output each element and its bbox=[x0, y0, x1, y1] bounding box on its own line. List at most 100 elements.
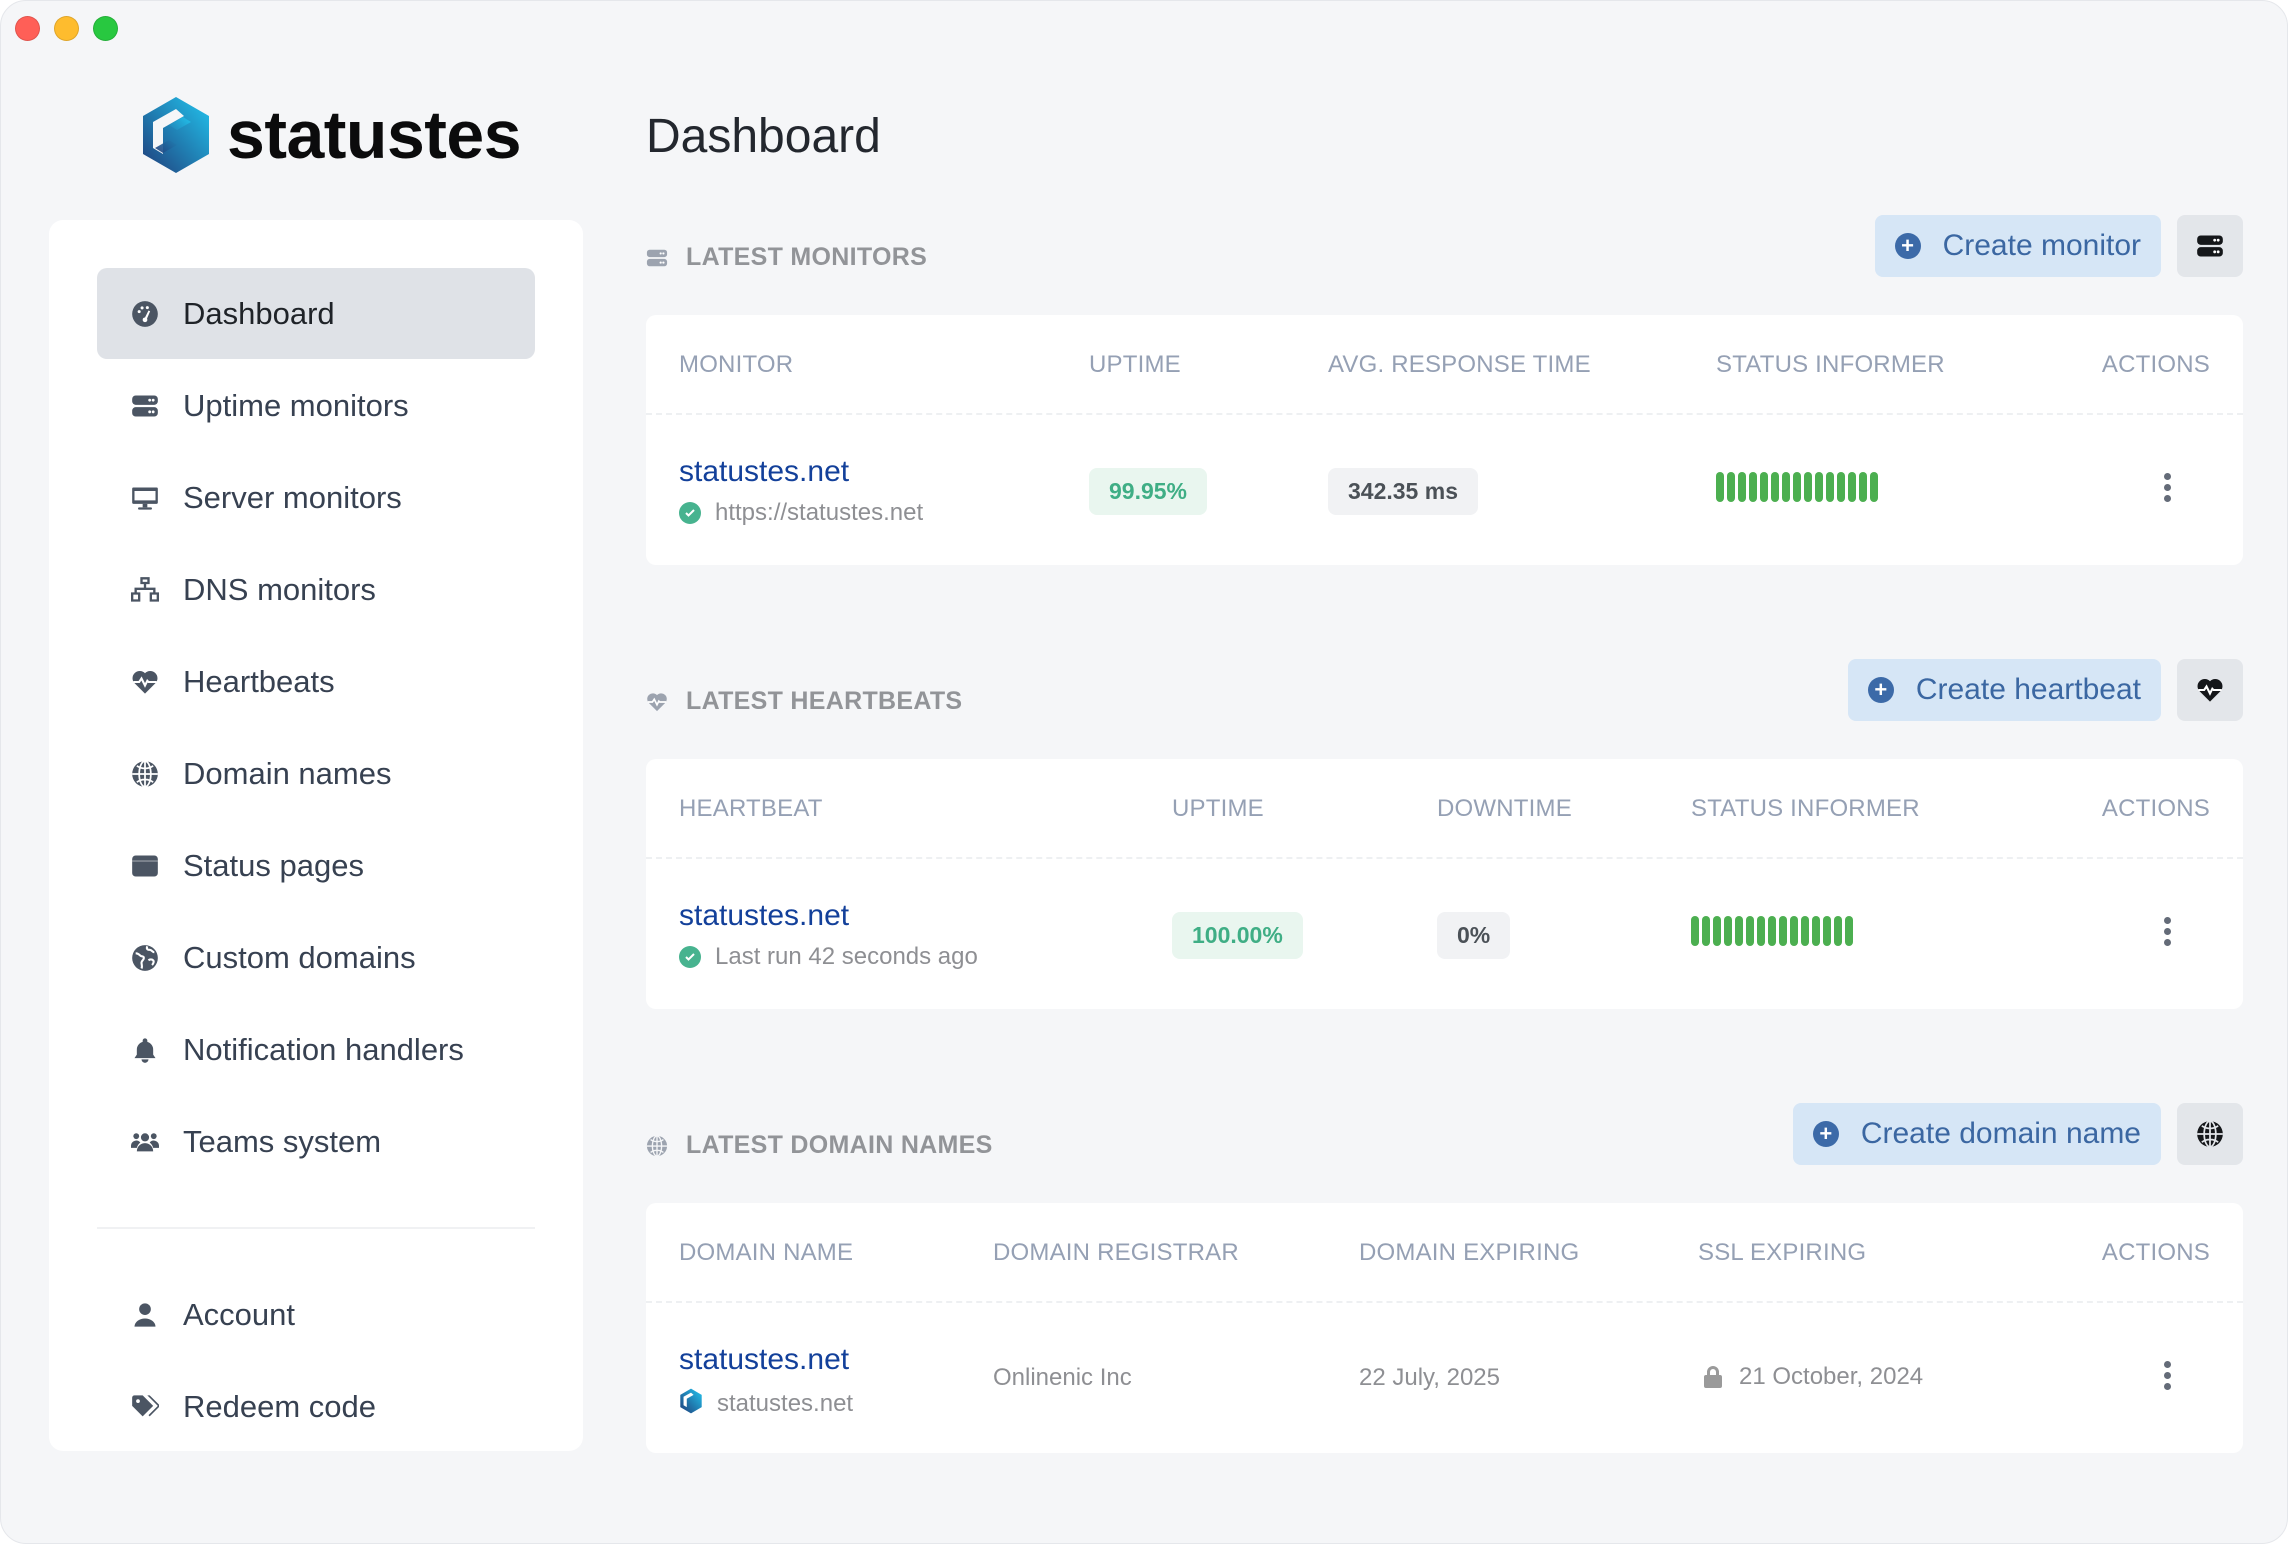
status-bar-up[interactable] bbox=[1771, 472, 1779, 502]
status-bar-up[interactable] bbox=[1782, 472, 1790, 502]
create-heartbeat-button[interactable]: + Create heartbeat bbox=[1847, 659, 2161, 721]
view-heartbeats-button[interactable] bbox=[2177, 659, 2243, 721]
sidebar-item-notification-handlers[interactable]: Notification handlers bbox=[97, 1004, 535, 1095]
create-monitor-button[interactable]: + Create monitor bbox=[1874, 215, 2161, 277]
window-icon bbox=[131, 852, 159, 880]
brand-logo[interactable]: statustes bbox=[139, 95, 522, 175]
users-icon bbox=[131, 1128, 159, 1156]
sidebar-item-label: Redeem code bbox=[183, 1388, 377, 1424]
status-bar-up[interactable] bbox=[1727, 472, 1735, 502]
status-bar-up[interactable] bbox=[1738, 472, 1746, 502]
lock-icon bbox=[1704, 1366, 1722, 1388]
status-bar-up[interactable] bbox=[1815, 472, 1823, 502]
monitor-name-link[interactable]: statustes.net bbox=[679, 455, 923, 489]
create-domain-name-button[interactable]: + Create domain name bbox=[1792, 1103, 2161, 1165]
table-header: HEARTBEAT UPTIME DOWNTIME STATUS INFORME… bbox=[646, 759, 2243, 859]
sidebar-item-redeem-code[interactable]: Redeem code bbox=[97, 1361, 535, 1452]
sidebar-item-teams-system[interactable]: Teams system bbox=[97, 1096, 535, 1187]
monitors-table: MONITOR UPTIME AVG. RESPONSE TIME STATUS… bbox=[646, 315, 2243, 565]
column-header: AVG. RESPONSE TIME bbox=[1328, 351, 1591, 378]
column-header: MONITOR bbox=[679, 351, 794, 378]
create-domain-name-label: Create domain name bbox=[1860, 1117, 2141, 1150]
server-icon bbox=[646, 249, 668, 266]
status-bar-up[interactable] bbox=[1848, 472, 1856, 502]
globe-icon bbox=[131, 759, 159, 788]
more-actions-button[interactable] bbox=[2153, 467, 2181, 507]
sidebar-item-server-monitors[interactable]: Server monitors bbox=[97, 452, 535, 543]
user-icon bbox=[131, 1301, 159, 1329]
downtime-badge: 0% bbox=[1437, 912, 1511, 959]
status-bar-up[interactable] bbox=[1790, 916, 1798, 946]
status-bar-up[interactable] bbox=[1826, 472, 1834, 502]
sidebar-item-custom-domains[interactable]: Custom domains bbox=[97, 912, 535, 1003]
response-time-cell: 342.35 ms bbox=[1328, 468, 1478, 515]
status-bar-up[interactable] bbox=[1779, 916, 1787, 946]
section-header: LATEST DOMAIN NAMES + Create domain name bbox=[646, 1103, 2243, 1203]
sidebar-divider bbox=[97, 1227, 535, 1229]
window-maximize-button[interactable] bbox=[93, 16, 118, 41]
status-bar-up[interactable] bbox=[1757, 916, 1765, 946]
status-bar-up[interactable] bbox=[1801, 916, 1809, 946]
view-domain-names-button[interactable] bbox=[2177, 1103, 2243, 1165]
status-bar-up[interactable] bbox=[1760, 472, 1768, 502]
status-bar-up[interactable] bbox=[1859, 472, 1867, 502]
latest-domain-names-section: LATEST DOMAIN NAMES + Create domain name… bbox=[646, 1103, 2243, 1453]
status-bar-up[interactable] bbox=[1834, 916, 1842, 946]
check-circle-icon bbox=[679, 946, 701, 968]
status-bar-up[interactable] bbox=[1812, 916, 1820, 946]
window-close-button[interactable] bbox=[15, 16, 40, 41]
sidebar-item-dashboard[interactable]: Dashboard bbox=[97, 268, 535, 359]
status-bar-up[interactable] bbox=[1716, 472, 1724, 502]
uptime-cell: 100.00% bbox=[1172, 912, 1303, 959]
status-bar-up[interactable] bbox=[1845, 916, 1853, 946]
section-title-text: LATEST HEARTBEATS bbox=[686, 687, 963, 715]
column-header: DOMAIN REGISTRAR bbox=[993, 1239, 1239, 1266]
status-bar-up[interactable] bbox=[1749, 472, 1757, 502]
status-bar-up[interactable] bbox=[1837, 472, 1845, 502]
earth-icon bbox=[131, 944, 159, 972]
heartbeats-table: HEARTBEAT UPTIME DOWNTIME STATUS INFORME… bbox=[646, 759, 2243, 1009]
favicon-icon bbox=[679, 1387, 703, 1420]
section-title: LATEST DOMAIN NAMES bbox=[646, 1131, 993, 1160]
sidebar-item-heartbeats[interactable]: Heartbeats bbox=[97, 636, 535, 727]
more-actions-button[interactable] bbox=[2153, 911, 2181, 951]
window-controls bbox=[15, 16, 118, 41]
more-actions-button[interactable] bbox=[2153, 1355, 2181, 1395]
domain-name-cell: statustes.net statustes.net bbox=[679, 1343, 853, 1420]
network-icon bbox=[131, 576, 159, 604]
status-informer bbox=[1716, 472, 1878, 502]
domain-name-link[interactable]: statustes.net bbox=[679, 1343, 853, 1377]
status-bar-up[interactable] bbox=[1870, 472, 1878, 502]
sidebar-item-domain-names[interactable]: Domain names bbox=[97, 728, 535, 819]
status-bar-up[interactable] bbox=[1746, 916, 1754, 946]
heartbeat-last-run: Last run 42 seconds ago bbox=[679, 943, 978, 971]
section-title: LATEST MONITORS bbox=[646, 243, 927, 272]
window-minimize-button[interactable] bbox=[54, 16, 79, 41]
status-bar-up[interactable] bbox=[1768, 916, 1776, 946]
status-bar-up[interactable] bbox=[1691, 916, 1699, 946]
page-title: Dashboard bbox=[646, 110, 881, 163]
status-bar-up[interactable] bbox=[1793, 472, 1801, 502]
status-bar-up[interactable] bbox=[1823, 916, 1831, 946]
status-bar-up[interactable] bbox=[1724, 916, 1732, 946]
globe-icon bbox=[2197, 1120, 2223, 1148]
heartbeat-name-link[interactable]: statustes.net bbox=[679, 899, 978, 933]
actions-cell bbox=[2153, 467, 2181, 507]
section-actions: + Create domain name bbox=[1792, 1103, 2243, 1165]
sidebar-item-status-pages[interactable]: Status pages bbox=[97, 820, 535, 911]
actions-cell bbox=[2153, 1355, 2181, 1395]
monitor-url: https://statustes.net bbox=[679, 499, 923, 527]
monitor-url-text: https://statustes.net bbox=[715, 499, 924, 526]
sidebar-item-uptime-monitors[interactable]: Uptime monitors bbox=[97, 360, 535, 451]
app-window: statustes Dashboard Uptime monitors Serv… bbox=[0, 0, 2288, 1544]
column-header: DOMAIN EXPIRING bbox=[1359, 1239, 1580, 1266]
status-bar-up[interactable] bbox=[1735, 916, 1743, 946]
status-bar-up[interactable] bbox=[1702, 916, 1710, 946]
section-actions: + Create heartbeat bbox=[1847, 659, 2243, 721]
status-bar-up[interactable] bbox=[1713, 916, 1721, 946]
status-informer bbox=[1691, 916, 1853, 946]
view-monitors-button[interactable] bbox=[2177, 215, 2243, 277]
sidebar-item-account[interactable]: Account bbox=[97, 1269, 535, 1360]
status-bar-up[interactable] bbox=[1804, 472, 1812, 502]
sidebar-item-dns-monitors[interactable]: DNS monitors bbox=[97, 544, 535, 635]
